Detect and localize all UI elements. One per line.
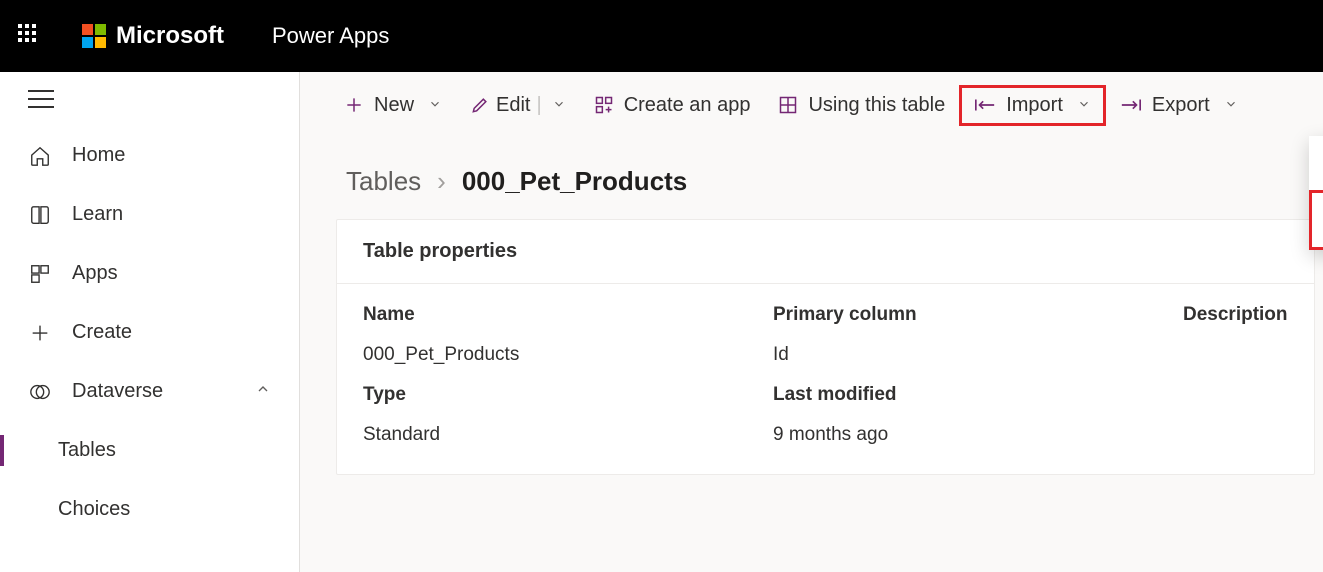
value-primary-column: Id — [773, 344, 1183, 366]
sidebar-item-label: Apps — [72, 262, 118, 285]
label-description: Description — [1183, 304, 1288, 326]
apps-icon — [28, 263, 52, 285]
table-icon — [778, 95, 798, 115]
global-header: Microsoft Power Apps — [0, 0, 1323, 72]
create-app-button[interactable]: Create an app — [580, 88, 765, 123]
cmd-label: New — [374, 94, 414, 117]
breadcrumb-parent[interactable]: Tables — [346, 166, 421, 197]
app-launcher-icon[interactable] — [18, 24, 42, 48]
app-name: Power Apps — [272, 23, 389, 49]
chevron-right-icon: › — [437, 166, 446, 197]
plus-icon — [28, 322, 52, 344]
label-type: Type — [363, 384, 773, 406]
sidebar-item-home[interactable]: Home — [0, 126, 299, 185]
label-primary-column: Primary column — [773, 304, 1183, 326]
pencil-icon — [470, 95, 490, 115]
breadcrumb-current: 000_Pet_Products — [462, 166, 687, 197]
cmd-label: Create an app — [624, 94, 751, 117]
import-icon — [974, 96, 996, 114]
cmd-label: Using this table — [808, 94, 945, 117]
sidebar-item-label: Create — [72, 321, 132, 344]
grid-plus-icon — [594, 95, 614, 115]
export-button[interactable]: Export — [1106, 88, 1252, 123]
export-icon — [1120, 96, 1142, 114]
cmd-label: Import — [1006, 94, 1063, 117]
command-bar: New Edit | Create an app — [300, 72, 1323, 138]
new-button[interactable]: New — [330, 88, 456, 123]
chevron-up-icon — [255, 380, 271, 403]
book-icon — [28, 204, 52, 226]
import-data-item[interactable]: Import data — [1309, 136, 1323, 190]
home-icon — [28, 145, 52, 167]
sidebar-item-label: Learn — [72, 203, 123, 226]
sidebar-item-label: Choices — [58, 498, 130, 521]
main-content: New Edit | Create an app — [300, 72, 1323, 572]
import-dropdown: Import data Import data from Excel — [1309, 136, 1323, 250]
label-name: Name — [363, 304, 773, 326]
chevron-down-icon — [1077, 97, 1091, 114]
import-from-excel-item[interactable]: Import data from Excel — [1309, 190, 1323, 250]
chevron-down-icon — [1224, 97, 1238, 114]
chevron-down-icon — [428, 97, 442, 114]
using-this-table-button[interactable]: Using this table — [764, 88, 959, 123]
table-properties-panel: Table properties Name Primary column Des… — [336, 219, 1315, 475]
edit-button[interactable]: Edit | — [456, 88, 580, 123]
sidebar-item-dataverse[interactable]: Dataverse — [0, 362, 299, 421]
label-last-modified: Last modified — [773, 384, 1183, 406]
sidebar-item-label: Home — [72, 144, 125, 167]
cmd-label: Edit — [496, 94, 530, 117]
panel-title: Table properties — [337, 220, 1314, 284]
sidebar-item-label: Dataverse — [72, 380, 163, 403]
sidebar-item-choices[interactable]: Choices — [0, 480, 299, 539]
microsoft-logo-icon — [82, 24, 106, 48]
sidebar-item-learn[interactable]: Learn — [0, 185, 299, 244]
sidebar-item-create[interactable]: Create — [0, 303, 299, 362]
brand-text: Microsoft — [116, 22, 224, 50]
chevron-down-icon — [552, 97, 566, 114]
value-last-modified: 9 months ago — [773, 424, 1183, 446]
sidebar-item-tables[interactable]: Tables — [0, 421, 299, 480]
menu-toggle-icon[interactable] — [28, 90, 54, 108]
cmd-label: Export — [1152, 94, 1210, 117]
plus-icon — [344, 95, 364, 115]
breadcrumb: Tables › 000_Pet_Products — [300, 138, 1323, 219]
import-button[interactable]: Import — [959, 85, 1106, 126]
value-type: Standard — [363, 424, 773, 446]
sidebar: Home Learn Apps Create Dataverse — [0, 72, 300, 572]
dataverse-icon — [28, 381, 52, 403]
value-name: 000_Pet_Products — [363, 344, 773, 366]
sidebar-item-apps[interactable]: Apps — [0, 244, 299, 303]
sidebar-item-label: Tables — [58, 439, 116, 462]
